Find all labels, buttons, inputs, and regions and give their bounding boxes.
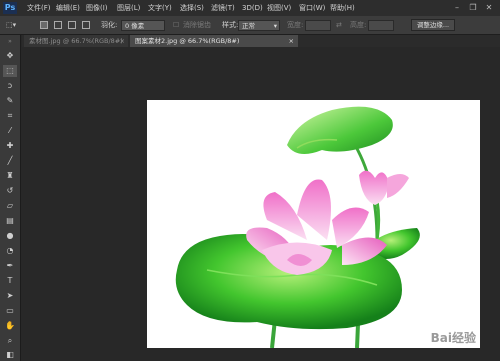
- feather-input[interactable]: 0 像素: [121, 20, 165, 31]
- height-label: 高度:: [350, 21, 367, 29]
- gradient-tool-icon[interactable]: ▤: [3, 215, 17, 227]
- menu-bar: Ps 文件(F) 编辑(E) 图像(I) 图层(L) 文字(Y) 选择(S) 滤…: [0, 0, 500, 16]
- eyedropper-tool-icon[interactable]: ⁄: [3, 125, 17, 137]
- app-logo: Ps: [3, 2, 17, 14]
- lotus-bud-petal: [387, 174, 409, 198]
- close-tab-icon[interactable]: ×: [289, 35, 294, 47]
- menu-file[interactable]: 文件(F): [27, 0, 51, 16]
- close-tab-icon[interactable]: ×: [120, 35, 125, 47]
- tab-label: 素材图.jpg @ 66.7%(RGB/8#): [29, 37, 123, 45]
- color-swatches-icon[interactable]: ◧: [3, 349, 17, 361]
- feather-label: 羽化:: [101, 21, 118, 29]
- shape-tool-icon[interactable]: ▭: [3, 305, 17, 317]
- move-tool-icon[interactable]: ✥: [3, 50, 17, 62]
- antialias-checkbox[interactable]: ☐: [173, 16, 179, 34]
- toolbox: » ✥ ⬚ ↄ ✎ ⌗ ⁄ ✚ ╱ ♜ ↺ ▱ ▤ ● ◔ ✒ T ➤ ▭ ✋ …: [0, 35, 21, 361]
- options-bar: ⬚▾ 羽化: 0 像素 ☐ 消除锯齿 样式: 正常 ▾ 宽度: ⇄ 高度: 调整边…: [0, 16, 500, 35]
- tab-document-2[interactable]: 图案素材2.jpg @ 66.7%(RGB/8#) ×: [130, 35, 298, 47]
- menu-edit[interactable]: 编辑(E): [56, 0, 80, 16]
- brush-tool-icon[interactable]: ╱: [3, 155, 17, 167]
- tab-label: 图案素材2.jpg @ 66.7%(RGB/8#): [135, 37, 240, 45]
- close-window-icon[interactable]: ✕: [484, 3, 494, 13]
- minimize-icon[interactable]: –: [452, 3, 462, 13]
- history-brush-icon[interactable]: ↺: [3, 185, 17, 197]
- clone-stamp-icon[interactable]: ♜: [3, 170, 17, 182]
- eraser-tool-icon[interactable]: ▱: [3, 200, 17, 212]
- subtract-selection-icon[interactable]: [68, 21, 76, 29]
- blur-tool-icon[interactable]: ●: [3, 230, 17, 242]
- menu-layer[interactable]: 图层(L): [117, 0, 140, 16]
- style-select[interactable]: 正常 ▾: [238, 20, 280, 31]
- lotus-bud: [359, 170, 389, 205]
- crop-tool-icon[interactable]: ⌗: [3, 110, 17, 122]
- add-selection-icon[interactable]: [54, 21, 62, 29]
- antialias-label: 消除锯齿: [183, 21, 211, 29]
- new-selection-icon[interactable]: [40, 21, 48, 29]
- watermark: Bai经验: [430, 331, 476, 345]
- document-tabs: 素材图.jpg @ 66.7%(RGB/8#) × 图案素材2.jpg @ 66…: [22, 35, 500, 47]
- marquee-tool-icon[interactable]: ⬚: [3, 65, 17, 77]
- type-tool-icon[interactable]: T: [3, 275, 17, 287]
- refine-edge-button[interactable]: 调整边缘...: [411, 19, 455, 31]
- intersect-selection-icon[interactable]: [82, 21, 90, 29]
- top-leaf: [287, 106, 393, 154]
- menu-type[interactable]: 文字(Y): [148, 0, 172, 16]
- height-input[interactable]: [368, 20, 394, 31]
- document-canvas[interactable]: Bai经验: [147, 100, 480, 348]
- lasso-tool-icon[interactable]: ↄ: [3, 80, 17, 92]
- menu-window[interactable]: 窗口(W): [299, 0, 325, 16]
- healing-brush-icon[interactable]: ✚: [3, 140, 17, 152]
- hand-tool-icon[interactable]: ✋: [3, 320, 17, 332]
- toolbox-collapse-icon[interactable]: »: [3, 36, 17, 48]
- zoom-tool-icon[interactable]: ⌕: [3, 335, 17, 347]
- menu-filter[interactable]: 滤镜(T): [211, 0, 235, 16]
- menu-3d[interactable]: 3D(D): [242, 0, 263, 16]
- path-select-tool-icon[interactable]: ➤: [3, 290, 17, 302]
- dodge-tool-icon[interactable]: ◔: [3, 245, 17, 257]
- tab-document-1[interactable]: 素材图.jpg @ 66.7%(RGB/8#) ×: [24, 35, 128, 47]
- width-input[interactable]: [305, 20, 331, 31]
- menu-help[interactable]: 帮助(H): [330, 0, 355, 16]
- marquee-preset-icon[interactable]: ⬚▾: [6, 16, 16, 34]
- menu-view[interactable]: 视图(V): [267, 0, 291, 16]
- pen-tool-icon[interactable]: ✒: [3, 260, 17, 272]
- style-label: 样式:: [222, 21, 239, 29]
- style-value: 正常: [242, 22, 255, 30]
- lotus-artwork: [175, 106, 420, 348]
- quick-select-tool-icon[interactable]: ✎: [3, 95, 17, 107]
- menu-image[interactable]: 图像(I): [86, 0, 108, 16]
- restore-icon[interactable]: ❐: [468, 3, 478, 13]
- width-label: 宽度:: [287, 21, 304, 29]
- swap-icon[interactable]: ⇄: [336, 16, 342, 34]
- menu-select[interactable]: 选择(S): [180, 0, 204, 16]
- chevron-down-icon: ▾: [273, 22, 277, 30]
